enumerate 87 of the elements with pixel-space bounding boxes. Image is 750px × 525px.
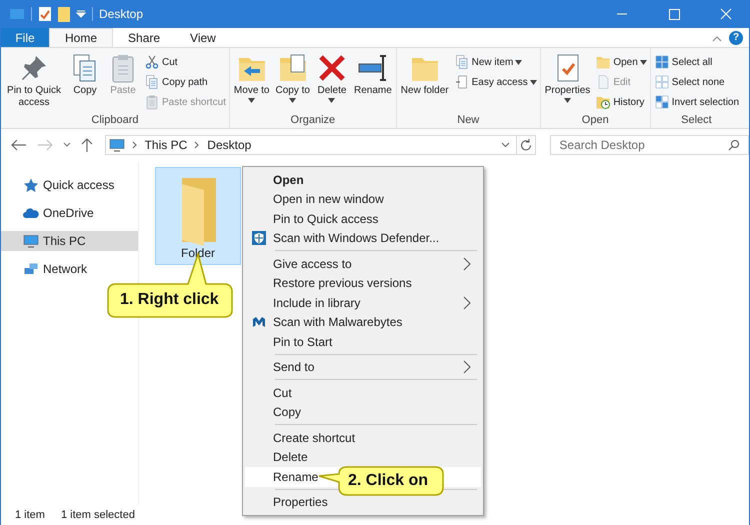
nav-item[interactable]: Network [1,259,138,279]
nav-item[interactable]: Quick access [1,175,138,195]
folder-item[interactable]: Folder [155,167,241,265]
caret-icon [248,98,256,103]
ribbon-button[interactable]: Copy [67,50,103,114]
ribbon-button[interactable]: Select all [652,53,740,71]
menu-item[interactable]: Pin to Start [245,332,481,352]
breadcrumb[interactable]: This PC [144,138,188,152]
shield-icon [251,230,267,246]
collapse-ribbon-icon[interactable] [711,34,723,42]
ribbon-button[interactable]: Copy path [143,73,227,91]
menu-item[interactable]: Create shortcut [245,428,481,448]
ribbon-button[interactable]: New folder [398,50,451,114]
caret-icon [515,60,522,64]
menu-item[interactable]: Scan with Windows Defender... [245,228,481,248]
refresh-icon [520,139,532,151]
ribbon-button[interactable]: Select none [652,73,740,91]
ribbon-button[interactable]: Rename [352,50,394,114]
group-label: Clipboard [90,114,140,128]
menu-item[interactable]: Copy [245,402,481,422]
ribbon-button[interactable]: Copy to [274,50,312,114]
network-icon [23,261,39,277]
ribbon-button[interactable]: Easy access [452,73,538,91]
window-title: Desktop [99,7,144,21]
file-tab[interactable]: File [1,28,49,47]
menu-item[interactable]: Restore previous versions [245,274,481,293]
ribbon-button[interactable]: Move to [232,50,272,114]
group-label: New [456,114,480,128]
status-text: 1 item [15,509,45,521]
ribbon-button[interactable]: Invert selection [652,93,740,111]
menu-item[interactable]: Open in new window [245,190,481,209]
menu-item[interactable]: Pin to Quick access [245,209,481,228]
callout-text: 1. Right click [120,291,219,309]
refresh-button[interactable] [516,135,536,155]
select-icon [654,74,670,90]
rename-icon [356,52,389,84]
explorer-icon [9,7,25,21]
up-icon[interactable] [80,138,93,152]
ribbon-button[interactable]: Properties [542,50,592,114]
caret-icon [640,60,647,64]
computer-icon [108,137,125,153]
ribbon-button[interactable]: Cut [143,53,227,71]
group-label: Organize [290,114,336,128]
menu-item[interactable]: Give access to [245,254,481,274]
ribbon-button[interactable]: Open [594,53,648,71]
status-text: 1 item selected [60,509,135,521]
help-button[interactable]: ? [729,30,743,44]
ribbon-button[interactable]: Pin to Quick access [3,50,65,114]
folder-icon[interactable] [58,6,70,22]
caret-icon [564,98,572,103]
caret-icon [530,80,537,84]
ribbon-tab[interactable]: Home [49,28,114,47]
breadcrumb[interactable]: Desktop [207,138,252,152]
scissors-icon [144,54,160,70]
menu-item[interactable]: Properties [245,492,481,512]
select-icon [654,94,670,110]
ribbon-button[interactable]: New item [452,53,538,71]
search-box[interactable]: Search Desktop [550,135,749,155]
customize-caret-icon[interactable] [76,10,86,18]
properties-icon[interactable] [38,6,52,22]
nav-item[interactable]: This PC [1,231,138,251]
caret-icon [328,98,336,103]
group-label: Select [680,114,713,128]
ribbon-button[interactable]: Delete [314,50,350,114]
search-icon [728,139,740,151]
chevron-icon [193,141,202,149]
chevron-icon [130,141,139,149]
group-label: Open [580,114,610,128]
menu-item[interactable]: Send to [245,358,481,377]
nav-item[interactable]: OneDrive [1,203,138,223]
ribbon-button[interactable]: History [594,93,648,111]
dropdown-caret-icon[interactable] [500,142,510,148]
menu-item[interactable]: Open [245,170,481,190]
history-icon [595,94,612,110]
back-icon[interactable] [11,139,27,151]
menu-item[interactable]: Cut [245,383,481,402]
recent-caret-icon[interactable] [62,142,71,148]
folder-icon [595,54,612,70]
caret-icon [289,98,296,103]
computer-icon [23,233,39,249]
address-field[interactable]: This PC Desktop [104,135,517,155]
menu-item[interactable]: Include in library [245,293,481,312]
star-icon [23,177,39,193]
select-icon [654,54,670,70]
menu-item[interactable]: Delete [245,448,481,467]
callout-text: 2. Click on [348,472,428,490]
menu-item[interactable]: Scan with Malwarebytes [245,312,481,332]
